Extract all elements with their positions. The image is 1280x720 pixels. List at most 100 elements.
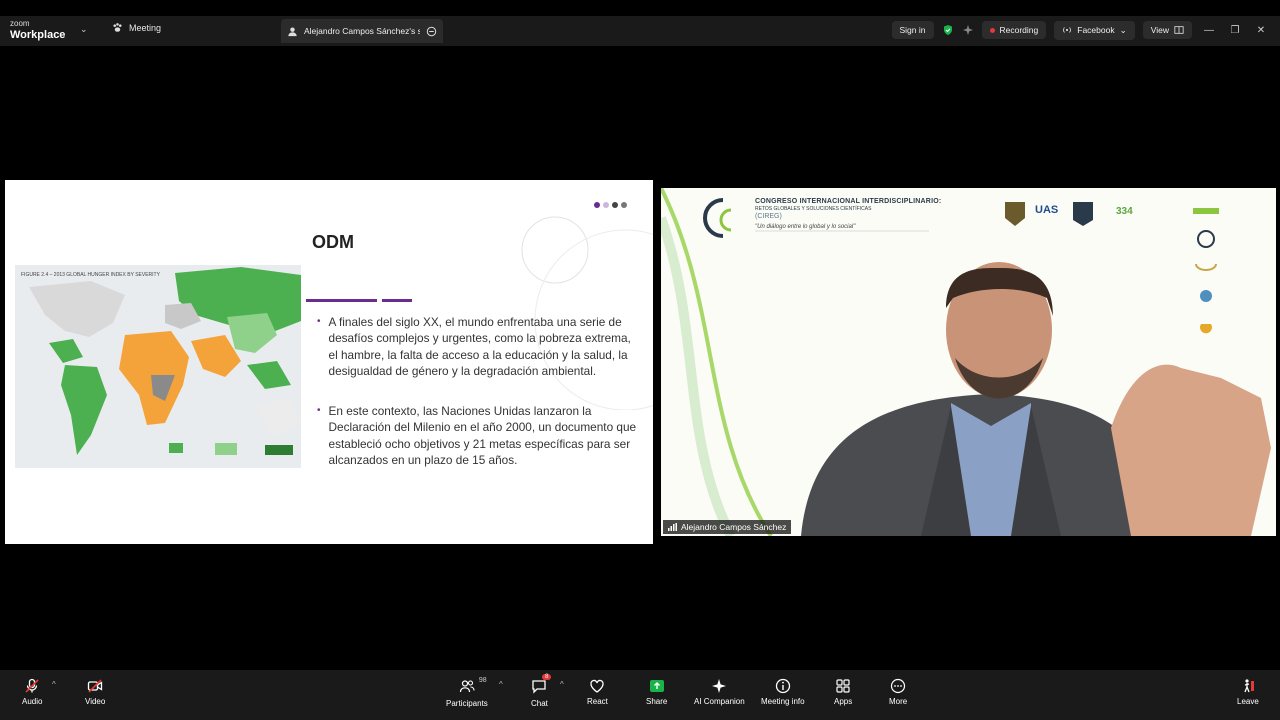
sponsor-logos [1005,202,1093,226]
minus-circle-icon[interactable] [426,26,437,37]
meeting-toolbar [0,670,1280,720]
view-label: View [1150,25,1169,35]
leave-label: Leave [1237,697,1259,706]
dot [603,202,609,208]
broadcast-icon [1063,27,1072,33]
congress-acronym: (CIREG) [755,213,782,220]
participants-button[interactable]: 98 Participants [446,677,488,708]
map-caption: FIGURE 2.4 – 2013 GLOBAL HUNGER INDEX BY… [21,272,160,278]
record-dot-icon [989,27,995,33]
title-underline [306,299,377,302]
chevron-up-icon[interactable]: ^ [499,680,503,689]
facebook-label: Facebook [1077,25,1115,35]
participants-label: Participants [446,699,488,708]
participants-icon [459,680,475,693]
microphone-muted-icon [25,678,39,693]
minimize-icon[interactable]: — [1200,25,1218,36]
apps-button[interactable]: Apps [834,678,852,706]
ai-companion-label: AI Companion [694,697,745,706]
chevron-up-icon[interactable]: ^ [560,680,564,689]
slide-bullets: • A finales del siglo XX, el mundo enfre… [317,314,637,482]
recording-label: Recording [999,25,1039,35]
dot [612,202,618,208]
brand-workplace: Workplace [10,29,66,41]
share-screen-icon [649,680,664,692]
facebook-live-button[interactable]: Facebook ⌄ [1054,20,1135,40]
sign-in-button[interactable]: Sign in [891,21,934,39]
dot [621,202,627,208]
hunger-index-map: FIGURE 2.4 – 2013 GLOBAL HUNGER INDEX BY… [15,265,301,468]
video-button[interactable]: Video [85,678,105,706]
tab-screen-share[interactable]: Alejandro Campos Sánchez's scre [281,19,443,43]
leave-icon [1244,679,1254,693]
slide-title: ODM [312,232,354,252]
chat-unread-badge: 8 [542,674,552,680]
audio-label: Audio [22,697,43,706]
app-brand[interactable]: zoom Workplace [10,19,66,41]
header-right-controls: Sign in Recording Facebook ⌄ View — ❐ ✕ [891,19,1271,41]
congress-subtitle: RETOS GLOBALES Y SOLUCIONES CIENTÍFICAS [755,206,872,212]
participant-name-tag: Alejandro Campos Sánchez [663,520,792,534]
view-button[interactable]: View [1142,21,1192,39]
more-dots-icon [891,678,906,694]
chat-icon [532,680,547,694]
bullet-item: • A finales del siglo XX, el mundo enfre… [317,314,637,379]
user-icon [288,26,297,36]
participant-video-tile[interactable]: CONGRESO INTERNACIONAL INTERDISCIPLINARI… [661,188,1276,536]
chat-label: Chat [531,699,548,708]
side-logos [1193,208,1219,334]
title-underline-short [382,299,412,302]
bullet-text: En este contexto, las Naciones Unidas la… [328,404,637,468]
sign-in-label: Sign in [899,25,926,35]
apps-icon [836,679,850,693]
camera-off-icon [88,679,103,693]
congress-title: CONGRESO INTERNACIONAL INTERDISCIPLINARI… [755,198,942,205]
meeting-info-button[interactable]: Meeting info [761,678,805,706]
tab-screen-share-label: Alejandro Campos Sánchez's scre [304,26,420,36]
share-label: Share [646,697,668,706]
chevron-down-icon: ⌄ [1119,24,1127,35]
shield-check-icon[interactable] [942,24,954,36]
recording-indicator[interactable]: Recording [981,21,1047,39]
leave-button[interactable]: Leave [1237,678,1259,706]
bullet-item: • En este contexto, las Naciones Unidas … [317,403,637,468]
bullet-text: A finales del siglo XX, el mundo enfrent… [328,315,631,378]
slide-dots [594,202,627,208]
congress-banner: CONGRESO INTERNACIONAL INTERDISCIPLINARI… [755,198,941,230]
dot [594,202,600,208]
meeting-info-label: Meeting info [761,697,805,706]
info-icon [775,678,790,694]
grid-icon [1174,26,1184,34]
share-screen-button[interactable]: Share [646,678,667,706]
video-background [661,188,1271,536]
sponsor-logo-334: 334 [1116,206,1133,217]
react-button[interactable]: React [587,678,608,706]
shared-screen-slide: ODM FIGURE 2.4 – 2013 GLOBAL HUNGER INDE… [5,180,653,544]
signal-bars-icon [668,523,677,531]
close-icon[interactable]: ✕ [1252,25,1270,36]
more-label: More [889,697,908,706]
react-label: React [587,697,608,706]
tab-meeting-label: Meeting [129,22,162,33]
world-map [29,267,301,455]
participant-name: Alejandro Campos Sánchez [681,522,787,532]
participants-count: 98 [478,677,487,684]
paw-icon [113,23,122,32]
chevron-up-icon[interactable]: ^ [52,680,56,689]
video-label: Video [85,697,106,706]
heart-icon [590,679,605,693]
chevron-down-icon[interactable]: ⌄ [80,24,88,35]
bullet-icon: • [317,316,321,327]
ai-companion-button[interactable]: AI Companion [694,678,745,706]
chat-button[interactable]: 8 Chat [531,674,552,708]
top-strip [0,0,1280,16]
sparkle-icon[interactable] [962,24,974,36]
ai-sparkle-icon [712,679,727,693]
bullet-icon: • [317,405,321,417]
tab-meeting[interactable]: Meeting [112,22,161,33]
brand-zoom: zoom [10,19,30,28]
audio-button[interactable]: Audio [22,678,42,706]
restore-icon[interactable]: ❐ [1226,25,1244,36]
more-button[interactable]: More [889,678,907,706]
apps-label: Apps [834,697,853,706]
